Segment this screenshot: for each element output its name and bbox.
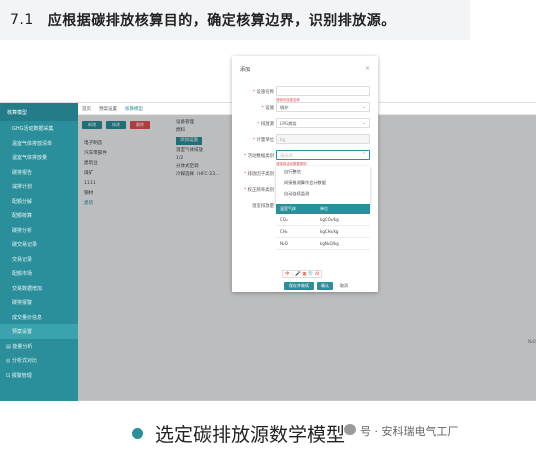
activity-type-select[interactable]: 请选择 ⌃ [276, 150, 370, 160]
dropdown-option[interactable]: 间接推测算作会计数据 [276, 177, 370, 188]
tab-plan[interactable]: 预案设置 [99, 106, 117, 112]
sidebar-item[interactable]: 碳排报告 [0, 165, 78, 180]
field-label: * 设施名称 [252, 90, 274, 95]
tab-home[interactable]: 首页 [82, 106, 91, 112]
sidebar-group-label: 报警管理 [11, 372, 32, 379]
chevron-down-icon: ⌄ [361, 104, 366, 110]
watermark: 号 · 安科瑞电气工厂 [360, 425, 459, 438]
sidebar-item[interactable]: 成交量价信息 [0, 310, 78, 325]
sidebar-item[interactable]: 交易记录 [0, 252, 78, 267]
sidebar-group[interactable]: ◎ 分析式对比 [0, 353, 78, 368]
sidebar: 核算模型 GHG活动数据采集 温室气体排放清单 温室气体排放量 碳排报告 减排计… [0, 103, 78, 401]
chevron-up-icon: ⌃ [361, 152, 366, 158]
sidebar-item[interactable]: 碳排分析 [0, 223, 78, 238]
section-number: 7.1 [10, 12, 34, 28]
confirm-button[interactable]: 确认 [317, 282, 333, 290]
form-row: * 活动数据类别 请选择 ⌃ 请选择活动数据类别 [232, 150, 378, 166]
sidebar-group-label: 分析式对比 [11, 358, 37, 364]
tab-model[interactable]: 核算模型 [125, 106, 143, 112]
table-cell: CH₄ [280, 229, 288, 234]
facility-name-input[interactable] [276, 86, 370, 96]
table-cell: N₂O [280, 241, 288, 246]
sidebar-item[interactable]: 配额核算 [0, 208, 78, 223]
table-row: CH₄ kgCH₄/kg [276, 226, 370, 238]
sidebar-item[interactable]: 温室气体排放量 [0, 150, 78, 165]
section-title: 应根据碳排放核算目的，确定核算边界，识别排放源。 [47, 13, 396, 29]
sidebar-item[interactable]: 配额市场 [0, 266, 78, 281]
save-continue-button[interactable]: 保存并继续 [284, 282, 314, 290]
emission-source-select[interactable]: LPG燃烧 ⌄ [276, 118, 370, 128]
unit-field: kg [276, 134, 370, 144]
field-label: 温室排放量 [252, 204, 274, 209]
field-label: * 校正频率类别 [244, 188, 274, 193]
sidebar-item[interactable]: 碳排报警 [0, 295, 78, 310]
table-cell: kgCH₄/kg [320, 229, 339, 234]
bullet-dot [132, 428, 143, 439]
sidebar-item[interactable]: 配额分解 [0, 194, 78, 209]
column-header: 单位 [320, 206, 328, 211]
chevron-down-icon: ⌄ [361, 120, 366, 126]
table-row: N₂O kgN₂O/kg [276, 238, 370, 250]
sidebar-group[interactable]: ▤ 能量分析 [0, 339, 78, 354]
gas-table: 温室气体 单位 CO₂ kgCO₂/kg CH₄ kgCH₄/kg N₂O kg… [276, 204, 370, 250]
dialog-title: 添加 [240, 67, 251, 73]
close-icon[interactable]: × [365, 65, 370, 72]
ime-toolbar[interactable]: 中 ·, 🎤 ▦ 👕 AI [282, 270, 323, 278]
caption-text: 选定碳排放源数学模型 [155, 424, 346, 446]
sidebar-item[interactable]: 交易数据增加 [0, 281, 78, 296]
column-header: 温室气体 [280, 206, 296, 211]
sidebar-group-label: 能量分析 [12, 343, 33, 350]
field-label: * 排放源 [257, 122, 274, 127]
section-heading: 7.1 应根据碳排放核算目的，确定核算边界，识别排放源。 [0, 0, 470, 40]
wechat-icon [344, 424, 356, 435]
form-row: * 设施 锅炉 ⌄ [232, 102, 378, 114]
sidebar-group[interactable]: ⊡ 报警管理 [0, 368, 78, 383]
table-cell: kgN₂O/kg [320, 241, 339, 246]
form-row: * 排放源 LPG燃烧 ⌄ [232, 118, 378, 130]
table-cell: kgCO₂/kg [320, 217, 339, 222]
table-header: 温室气体 单位 [276, 204, 370, 214]
activity-type-dropdown: 自行整估 间接推测算作会计数据 自动连续监测 [276, 166, 370, 208]
figure-caption: 选定碳排放源数学模型 号 · 安科瑞电气工厂 [0, 400, 536, 451]
form-row: * 计量单位 kg [232, 134, 378, 146]
sidebar-item[interactable]: GHG活动数据采集 [0, 121, 78, 136]
sidebar-item[interactable]: 温室气体排放清单 [0, 136, 78, 151]
sidebar-title[interactable]: 核算模型 [0, 103, 78, 121]
dialog-footer: 中 ·, 🎤 ▦ 👕 AI 保存并继续 确认 取消 [232, 270, 378, 290]
dropdown-option[interactable]: 自动连续监测 [276, 188, 370, 199]
table-cell: CO₂ [280, 217, 288, 222]
field-label: * 设施 [261, 106, 274, 111]
sidebar-item[interactable]: 减排计划 [0, 179, 78, 194]
facility-select[interactable]: 锅炉 ⌄ [276, 102, 370, 112]
field-label: * 排放因子类别 [244, 172, 274, 177]
sidebar-item[interactable]: 碳交易记录 [0, 237, 78, 252]
add-dialog: 添加 × * 设施名称 请填写设施名称 * 设施 锅炉 ⌄ * 排放源 LPG燃烧… [232, 56, 378, 292]
table-row: CO₂ kgCO₂/kg [276, 214, 370, 226]
sidebar-item-active[interactable]: 预案设置 [0, 324, 78, 339]
field-label: * 活动数据类别 [244, 154, 274, 159]
field-label: * 计量单位 [252, 138, 274, 143]
cancel-button[interactable]: 取消 [336, 282, 352, 290]
dropdown-option[interactable]: 自行整估 [276, 166, 370, 177]
form-row: * 设施名称 请填写设施名称 [232, 86, 378, 102]
